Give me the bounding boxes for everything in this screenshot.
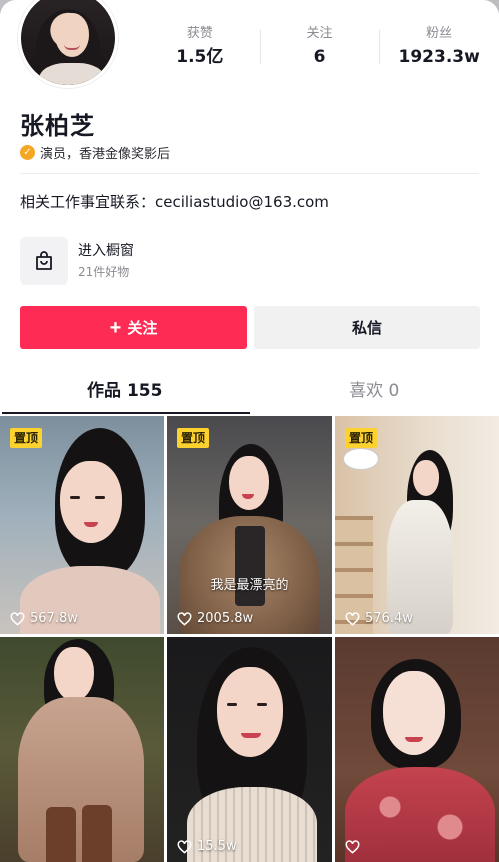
heart-icon: [177, 611, 192, 626]
divider: [20, 173, 479, 174]
stat-label: 粉丝: [426, 26, 453, 41]
tab-likes[interactable]: 喜欢 0: [250, 368, 499, 414]
thumbnail-face: [60, 461, 122, 543]
likes-value: 567.8w: [30, 611, 78, 626]
thumbnail-face: [54, 647, 94, 701]
pinned-badge: 置顶: [345, 428, 378, 448]
follow-label: 关注: [127, 320, 158, 337]
thumbnail-eye: [95, 496, 105, 499]
thumbnail-eye: [257, 703, 267, 706]
tab-works[interactable]: 作品 155: [0, 368, 250, 414]
thumbnail-inner-top: [235, 526, 265, 606]
stat-value: 6: [313, 47, 326, 67]
shop-title: 进入橱窗: [78, 243, 134, 259]
message-button[interactable]: 私信: [254, 306, 480, 349]
video-caption: 我是最漂亮的: [210, 578, 289, 593]
verification-line: ✓ 演员，香港金像奖影后: [20, 143, 170, 162]
verified-badge-icon: ✓: [20, 145, 35, 160]
stat-likes[interactable]: 获赞 1.5亿: [140, 24, 260, 74]
thumbnail-boot: [46, 807, 76, 862]
video-thumbnail[interactable]: 置顶 567.8w: [0, 416, 164, 634]
likes-count: 567.8w: [10, 611, 78, 626]
profile-card: 获赞 1.5亿 关注 6 粉丝 1923.3w 张柏芝 ✓ 演员，香港金像奖影后…: [0, 0, 499, 862]
thumbnail-lip: [405, 737, 423, 742]
video-thumbnail[interactable]: 置顶 576.4w: [335, 416, 499, 634]
likes-value: 15.5w: [197, 839, 237, 854]
thumbnail-face: [413, 460, 439, 496]
video-thumbnail[interactable]: [0, 637, 164, 862]
thumbnail-face: [217, 667, 283, 757]
heart-icon: [345, 611, 360, 626]
likes-count: 2005.8w: [177, 611, 253, 626]
follow-button[interactable]: + 关注: [20, 306, 247, 349]
stat-label: 获赞: [186, 26, 213, 41]
heart-icon: [10, 611, 25, 626]
stat-following[interactable]: 关注 6: [259, 24, 380, 74]
video-grid: 置顶 567.8w 我是最漂亮的 置顶 2005.8w 置顶 576.4w 15…: [0, 416, 499, 862]
content-tabs: 作品 155 喜欢 0: [0, 368, 499, 414]
thumbnail-boot: [82, 805, 112, 862]
stat-followers[interactable]: 粉丝 1923.3w: [379, 24, 499, 74]
likes-count: [345, 840, 365, 854]
video-thumbnail[interactable]: 15.5w: [167, 637, 332, 862]
likes-value: 576.4w: [365, 611, 413, 626]
video-thumbnail[interactable]: 我是最漂亮的 置顶 2005.8w: [167, 416, 332, 634]
thumbnail-eye: [70, 496, 80, 499]
shop-item-count: 21件好物: [78, 265, 130, 279]
stat-label: 关注: [306, 26, 333, 41]
profile-name: 张柏芝: [20, 112, 95, 140]
heart-icon: [177, 839, 192, 854]
plus-icon: +: [109, 316, 122, 339]
avatar[interactable]: [18, 0, 118, 88]
message-label: 私信: [351, 320, 382, 337]
thumbnail-coat: [18, 697, 144, 862]
thumbnail-face: [229, 456, 269, 510]
likes-value: 2005.8w: [197, 611, 254, 626]
shop-window-entry[interactable]: 进入橱窗 21件好物: [20, 236, 260, 286]
video-thumbnail[interactable]: [335, 637, 499, 862]
thumbnail-face: [383, 671, 445, 755]
verification-text: 演员，香港金像奖影后: [40, 147, 171, 162]
contact-info: 相关工作事宜联系：ceciliastudio@163.com: [20, 193, 329, 211]
stat-value: 1.5亿: [176, 47, 224, 67]
thumbnail-floral-top: [345, 767, 495, 862]
avatar-face: [55, 13, 89, 57]
likes-count: 15.5w: [177, 839, 237, 854]
heart-icon: [345, 840, 360, 854]
pinned-badge: 置顶: [177, 428, 210, 448]
thumbnail-eye: [227, 703, 237, 706]
shopping-bag-icon: [20, 237, 68, 285]
avatar-shoulder: [39, 63, 105, 85]
thumbnail-emoji-sticker: [343, 448, 379, 470]
likes-count: 576.4w: [345, 611, 413, 626]
profile-stats: 获赞 1.5亿 关注 6 粉丝 1923.3w: [140, 24, 499, 74]
pinned-badge: 置顶: [10, 428, 43, 448]
stat-value: 1923.3w: [398, 47, 480, 67]
thumbnail-lip: [241, 733, 261, 738]
